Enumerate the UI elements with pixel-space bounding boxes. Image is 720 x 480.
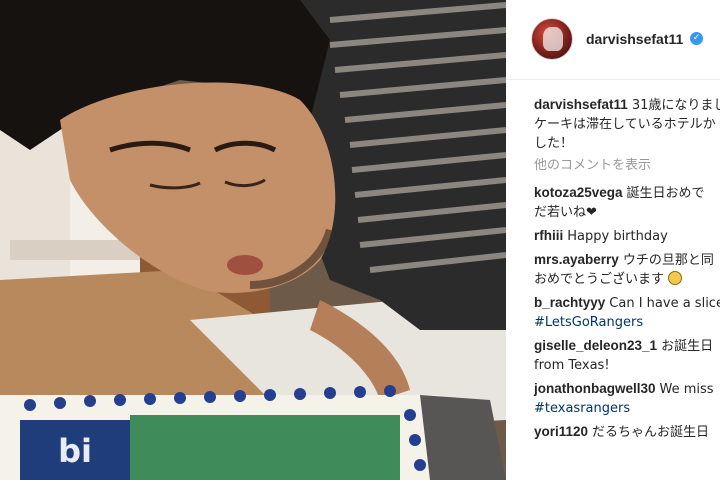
list-item: yori1120 だるちゃんお誕生日 xyxy=(534,422,720,442)
comment-text: from Texas! xyxy=(534,358,610,373)
list-item: rfhiii Happy birthday xyxy=(534,226,720,246)
comment-username[interactable]: giselle_deleon23_1 xyxy=(534,338,657,353)
avatar[interactable] xyxy=(531,18,573,60)
comment-text: だ若いね❤ xyxy=(534,205,597,220)
post-caption: darvishsefat11 31歳になりまし ケーキは滞在しているホテルか した… xyxy=(534,95,720,153)
comments-list: darvishsefat11 31歳になりまし ケーキは滞在しているホテルか した… xyxy=(534,95,720,446)
post-header: darvishsefat11 ✓ xyxy=(506,0,720,80)
comment-text: We miss xyxy=(659,382,714,397)
caption-text: 31歳になりまし xyxy=(631,98,720,113)
pray-emoji-icon xyxy=(668,271,683,285)
list-item: giselle_deleon23_1 お誕生日 from Texas! xyxy=(534,336,720,375)
post-sidebar: darvishsefat11 ✓ darvishsefat11 31歳になりまし … xyxy=(506,0,720,480)
caption-text: ケーキは滞在しているホテルか xyxy=(534,117,716,132)
comment-username[interactable]: rfhiii xyxy=(534,228,563,243)
comment-username[interactable]: yori1120 xyxy=(534,424,588,439)
hashtag-link[interactable]: #LetsGoRangers xyxy=(534,313,720,332)
view-more-comments-link[interactable]: 他のコメントを表示 xyxy=(534,156,720,175)
comment-text: ウチの旦那と同 xyxy=(622,253,714,268)
comment-text: Happy birthday xyxy=(567,229,668,244)
caption-text: した！ xyxy=(534,136,574,151)
hashtag-link[interactable]: #texasrangers xyxy=(534,399,720,418)
caption-username[interactable]: darvishsefat11 xyxy=(534,97,628,112)
verified-badge-icon: ✓ xyxy=(690,32,703,45)
comment-text: お誕生日 xyxy=(661,339,714,354)
author-username[interactable]: darvishsefat11 xyxy=(586,31,683,47)
comment-username[interactable]: jonathonbagwell30 xyxy=(534,381,656,396)
comment-text: Can I have a slice xyxy=(609,296,720,311)
post-photo[interactable]: bi xyxy=(0,0,506,480)
comment-text: おめでとうございます xyxy=(534,272,665,287)
photo-illustration: bi xyxy=(0,0,506,480)
list-item: b_rachtyyy Can I have a slice #LetsGoRang… xyxy=(534,293,720,332)
list-item: kotoza25vega 誕生日おめで だ若いね❤ xyxy=(534,183,720,222)
comment-text: だるちゃんお誕生日 xyxy=(592,425,710,440)
svg-text:bi: bi xyxy=(58,432,92,470)
comment-username[interactable]: b_rachtyyy xyxy=(534,295,605,310)
comment-text: 誕生日おめで xyxy=(626,186,705,201)
comment-username[interactable]: kotoza25vega xyxy=(534,185,623,200)
list-item: mrs.ayaberry ウチの旦那と同 おめでとうございます xyxy=(534,250,720,289)
list-item: jonathonbagwell30 We miss #texasrangers xyxy=(534,379,720,418)
comment-username[interactable]: mrs.ayaberry xyxy=(534,252,619,267)
